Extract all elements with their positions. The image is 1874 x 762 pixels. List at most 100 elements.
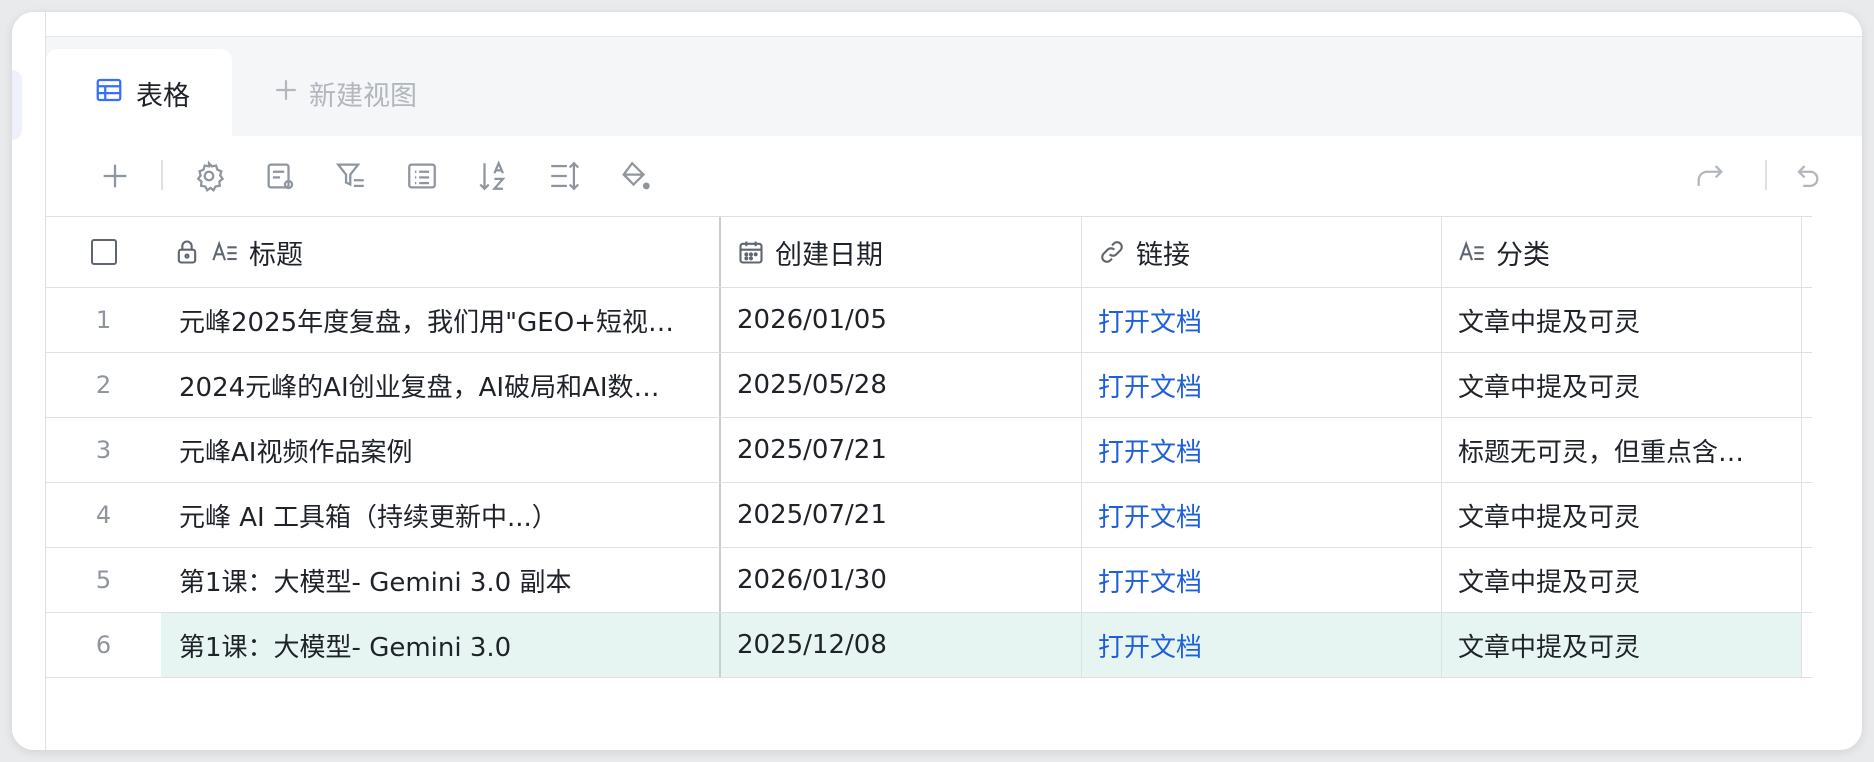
new-view-button[interactable]: 新建视图	[273, 49, 417, 137]
settings-button[interactable]	[189, 156, 229, 196]
field-settings-icon	[267, 163, 294, 190]
open-document-link[interactable]: 打开文档	[1098, 627, 1202, 664]
view-tab-bar: 表格 新建视图	[46, 36, 1862, 137]
calendar-icon	[737, 238, 765, 266]
category-cell[interactable]: 标题无可灵，但重点含…	[1442, 418, 1802, 482]
category-cell[interactable]: 文章中提及可灵	[1442, 548, 1802, 612]
link-cell[interactable]: 打开文档	[1082, 418, 1442, 482]
link-cell[interactable]: 打开文档	[1082, 353, 1442, 417]
filter-button[interactable]	[331, 156, 371, 196]
title-text: 元峰2025年度复盘，我们用"GEO+短视…	[179, 307, 674, 338]
redo-icon	[1697, 165, 1723, 186]
fill-color-button[interactable]	[615, 156, 655, 196]
column-header-category[interactable]: 分类	[1442, 217, 1802, 287]
link-icon	[1098, 238, 1126, 266]
title-cell[interactable]: 元峰 AI 工具箱（持续更新中...）	[161, 483, 721, 547]
tab-table-view[interactable]: 表格	[46, 49, 232, 137]
toolbar-divider	[1765, 160, 1767, 190]
field-settings-button[interactable]	[260, 156, 300, 196]
table-row[interactable]: 1 元峰2025年度复盘，我们用"GEO+短视… 2026/01/05 打开文档…	[46, 288, 1812, 353]
column-header-link[interactable]: 链接	[1082, 217, 1442, 287]
category-cell[interactable]: 文章中提及可灵	[1442, 483, 1802, 547]
date-cell[interactable]: 2025/05/28	[721, 353, 1082, 417]
link-cell[interactable]: 打开文档	[1082, 483, 1442, 547]
toolbar	[46, 136, 1862, 216]
row-index: 1	[95, 306, 112, 334]
tab-label: 表格	[136, 80, 190, 112]
sort-icon	[479, 160, 506, 191]
left-sidebar-strip	[12, 12, 46, 750]
open-document-link[interactable]: 打开文档	[1098, 367, 1202, 404]
plus-icon	[103, 164, 127, 188]
table-row-selected[interactable]: 6 第1课：大模型- Gemini 3.0 2025/12/08 打开文档 文章…	[46, 613, 1812, 678]
add-record-button[interactable]	[95, 156, 135, 196]
table-header-row: 标题 创建日期 链接 分类	[46, 217, 1812, 288]
column-header-label: 标题	[249, 239, 303, 271]
date-cell[interactable]: 2025/07/21	[721, 483, 1082, 547]
main-panel: 表格 新建视图 标题 创建日期 链接 分类 1 元峰2025年度复盘，我们用"G…	[46, 12, 1862, 750]
row-index: 5	[95, 566, 112, 594]
link-cell[interactable]: 打开文档	[1082, 288, 1442, 352]
category-text: 标题无可灵，但重点含…	[1458, 437, 1745, 468]
open-document-link[interactable]: 打开文档	[1098, 562, 1202, 599]
title-text: 第1课：大模型- Gemini 3.0	[179, 632, 512, 663]
text-field-icon	[1458, 238, 1486, 266]
row-height-button[interactable]	[544, 156, 584, 196]
date-cell[interactable]: 2026/01/05	[721, 288, 1082, 352]
link-cell[interactable]: 打开文档	[1082, 548, 1442, 612]
open-document-link[interactable]: 打开文档	[1098, 497, 1202, 534]
group-icon	[408, 163, 436, 189]
category-text: 文章中提及可灵	[1458, 567, 1641, 598]
open-document-link[interactable]: 打开文档	[1098, 432, 1202, 469]
data-table: 标题 创建日期 链接 分类 1 元峰2025年度复盘，我们用"GEO+短视… 2…	[46, 216, 1812, 678]
column-header-label: 创建日期	[775, 239, 883, 271]
row-index: 4	[95, 501, 112, 529]
table-row[interactable]: 2 2024元峰的AI创业复盘，AI破局和AI数… 2025/05/28 打开文…	[46, 353, 1812, 418]
text-field-icon	[211, 238, 239, 266]
undo-icon	[1797, 165, 1819, 188]
lock-icon	[173, 238, 201, 266]
plus-icon	[273, 77, 299, 110]
date-cell[interactable]: 2025/07/21	[721, 418, 1082, 482]
category-text: 文章中提及可灵	[1458, 372, 1641, 403]
table-grid-icon	[94, 75, 124, 112]
app-window: 表格 新建视图 标题 创建日期 链接 分类 1 元峰2025年度复盘，我们用"G…	[12, 12, 1862, 750]
sort-button[interactable]	[473, 156, 513, 196]
category-cell[interactable]: 文章中提及可灵	[1442, 613, 1802, 677]
new-view-label: 新建视图	[309, 80, 417, 112]
table-row[interactable]: 3 元峰AI视频作品案例 2025/07/21 打开文档 标题无可灵，但重点含…	[46, 418, 1812, 483]
title-cell[interactable]: 第1课：大模型- Gemini 3.0 副本	[161, 548, 721, 612]
table-row[interactable]: 4 元峰 AI 工具箱（持续更新中...） 2025/07/21 打开文档 文章…	[46, 483, 1812, 548]
link-cell[interactable]: 打开文档	[1082, 613, 1442, 677]
group-button[interactable]	[402, 156, 442, 196]
category-text: 文章中提及可灵	[1458, 502, 1641, 533]
redo-button[interactable]	[1690, 156, 1730, 196]
title-text: 元峰 AI 工具箱（持续更新中...）	[179, 502, 558, 533]
date-cell[interactable]: 2026/01/30	[721, 548, 1082, 612]
title-cell[interactable]: 2024元峰的AI创业复盘，AI破局和AI数…	[161, 353, 721, 417]
row-index: 6	[95, 631, 112, 659]
gear-icon	[196, 160, 225, 193]
sidebar-selected-indicator[interactable]	[12, 70, 22, 140]
undo-button[interactable]	[1786, 156, 1826, 196]
date-cell[interactable]: 2025/12/08	[721, 613, 1082, 677]
column-header-date[interactable]: 创建日期	[721, 217, 1082, 287]
table-row[interactable]: 5 第1课：大模型- Gemini 3.0 副本 2026/01/30 打开文档…	[46, 548, 1812, 613]
row-height-icon	[551, 161, 579, 191]
open-document-link[interactable]: 打开文档	[1098, 302, 1202, 339]
category-cell[interactable]: 文章中提及可灵	[1442, 353, 1802, 417]
title-cell[interactable]: 元峰AI视频作品案例	[161, 418, 721, 482]
category-text: 文章中提及可灵	[1458, 307, 1641, 338]
filter-icon	[335, 163, 364, 188]
row-index: 2	[95, 371, 112, 399]
column-header-label: 分类	[1496, 239, 1550, 271]
category-text: 文章中提及可灵	[1458, 632, 1641, 663]
column-header-title[interactable]: 标题	[161, 217, 721, 287]
title-cell[interactable]: 元峰2025年度复盘，我们用"GEO+短视…	[161, 288, 721, 352]
title-cell[interactable]: 第1课：大模型- Gemini 3.0	[161, 613, 721, 677]
title-text: 第1课：大模型- Gemini 3.0 副本	[179, 567, 572, 598]
fill-color-icon	[622, 161, 650, 190]
select-all-checkbox[interactable]	[90, 239, 117, 265]
category-cell[interactable]: 文章中提及可灵	[1442, 288, 1802, 352]
select-all-cell[interactable]	[46, 217, 161, 287]
